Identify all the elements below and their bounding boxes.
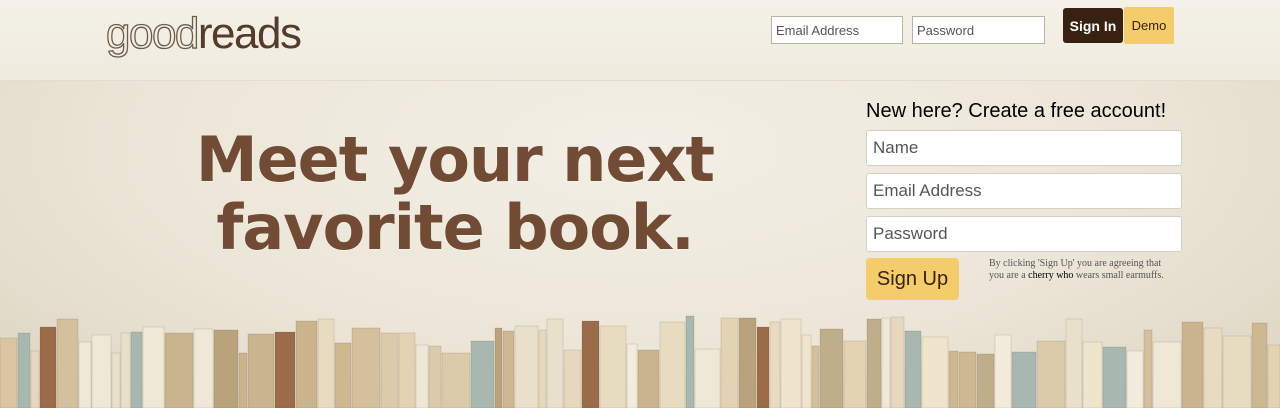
signup-title: New here? Create a free account! xyxy=(866,100,1167,122)
book-spine xyxy=(295,320,318,408)
signup-name-input[interactable] xyxy=(866,130,1182,166)
book-spine xyxy=(514,325,539,408)
book-spine xyxy=(811,345,820,408)
book-spine xyxy=(958,351,977,408)
book-spine xyxy=(819,328,844,408)
header-email-input[interactable] xyxy=(771,16,903,44)
book-spine xyxy=(780,318,802,408)
book-spine xyxy=(994,334,1012,408)
book-spine xyxy=(130,331,143,408)
book-spine xyxy=(581,320,600,408)
book-spine xyxy=(78,341,92,408)
book-spine xyxy=(494,327,503,408)
signup-email-input[interactable] xyxy=(866,173,1182,209)
book-spine xyxy=(415,344,429,408)
book-spine xyxy=(948,350,959,408)
book-spine xyxy=(904,330,922,408)
book-spine xyxy=(626,343,638,408)
book-spine xyxy=(801,334,812,408)
book-spine xyxy=(769,321,781,408)
book-spine xyxy=(470,340,495,408)
logo-part-reads: reads xyxy=(197,9,302,58)
book-spine xyxy=(756,326,770,408)
book-spine xyxy=(274,331,296,408)
book-spine xyxy=(502,330,515,408)
book-spine xyxy=(317,318,335,408)
hero-headline: Meet your next favorite book. xyxy=(150,126,760,262)
book-spine xyxy=(843,340,867,408)
book-spine xyxy=(56,318,79,408)
book-spine xyxy=(659,321,686,408)
book-spine xyxy=(546,318,564,408)
book-spine xyxy=(1181,321,1204,408)
book-spine xyxy=(1065,318,1083,408)
book-spine xyxy=(1152,341,1182,408)
demo-button[interactable]: Demo xyxy=(1124,7,1174,44)
book-spine xyxy=(428,345,442,408)
book-spine xyxy=(380,332,399,408)
sign-up-button[interactable]: Sign Up xyxy=(866,258,959,300)
terms-text: By clicking 'Sign Up' you are agreeing t… xyxy=(989,258,1169,282)
book-spine xyxy=(247,333,275,408)
book-spine xyxy=(866,318,882,408)
headline-line-1: Meet your next xyxy=(195,123,715,196)
book-spine xyxy=(1222,335,1252,408)
book-spine xyxy=(563,349,582,408)
book-spine xyxy=(1143,329,1153,408)
book-spine xyxy=(164,332,194,408)
book-spine xyxy=(685,315,695,408)
book-spine xyxy=(1126,350,1144,408)
book-spine xyxy=(39,326,57,408)
book-spine xyxy=(1102,346,1127,408)
logo-part-good: good xyxy=(105,8,200,58)
book-spine xyxy=(1011,351,1037,408)
book-spine xyxy=(441,352,471,408)
book-spine xyxy=(599,325,627,408)
top-header: goodreads Sign In Demo xyxy=(0,0,1280,81)
bookshelf-illustration xyxy=(0,315,1280,408)
book-spine xyxy=(120,332,131,408)
book-spine xyxy=(921,336,949,408)
sign-in-button[interactable]: Sign In xyxy=(1063,8,1123,43)
book-spine xyxy=(1203,327,1223,408)
book-spine xyxy=(142,326,165,408)
book-spine xyxy=(213,329,239,408)
book-spine xyxy=(538,329,547,408)
book-spine xyxy=(694,348,721,408)
book-spine xyxy=(1251,322,1268,408)
terms-suffix: wears small earmuffs. xyxy=(1073,270,1164,281)
book-spine xyxy=(976,353,995,408)
book-spine xyxy=(398,332,416,408)
book-spine xyxy=(881,317,891,408)
book-spine xyxy=(637,349,660,408)
book-spine xyxy=(720,317,739,408)
book-spine xyxy=(91,334,112,408)
book-spine xyxy=(30,350,40,408)
book-spine xyxy=(334,342,352,408)
book-spine xyxy=(1082,341,1103,408)
book-spine xyxy=(1267,344,1280,408)
book-spine xyxy=(1036,340,1066,408)
terms-link[interactable]: cherry who xyxy=(1028,270,1073,281)
book-spine xyxy=(111,352,121,408)
header-password-input[interactable] xyxy=(912,16,1045,44)
goodreads-logo[interactable]: goodreads xyxy=(105,6,302,62)
book-spine xyxy=(0,337,18,408)
signup-password-input[interactable] xyxy=(866,216,1182,252)
headline-line-2: favorite book. xyxy=(216,191,694,264)
book-spine xyxy=(17,332,31,408)
book-spine xyxy=(351,327,381,408)
book-spine xyxy=(738,317,757,408)
book-spine xyxy=(193,328,214,408)
book-spine xyxy=(238,352,248,408)
book-spine xyxy=(890,316,905,408)
